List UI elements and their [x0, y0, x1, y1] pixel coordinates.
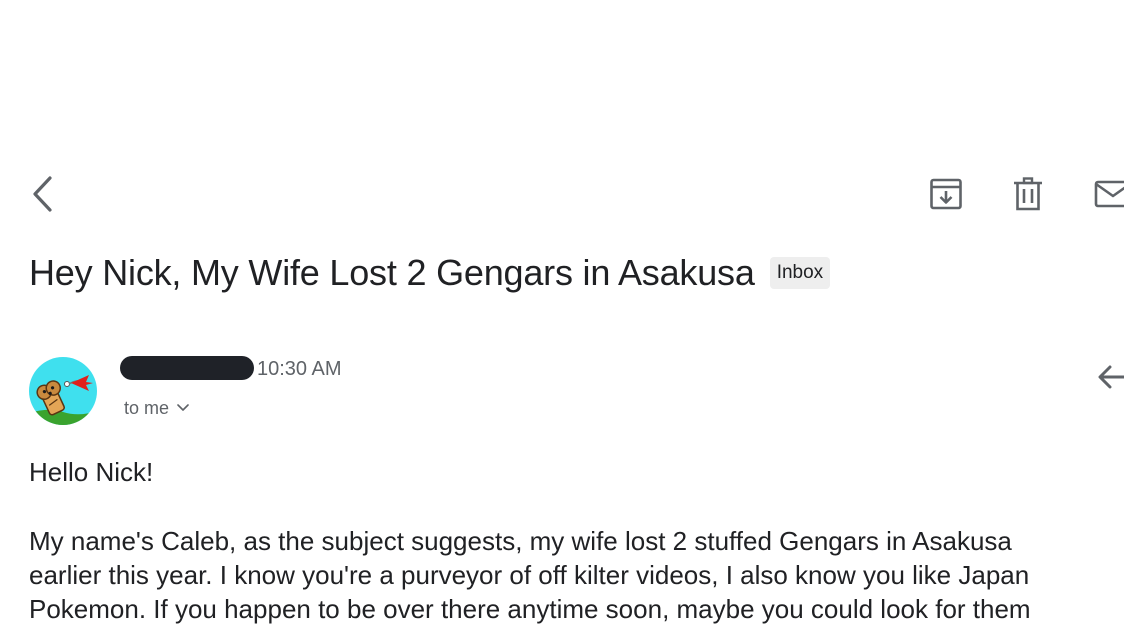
delete-button[interactable] — [1006, 172, 1050, 216]
body-line: earlier this year. I know you're a purve… — [29, 560, 1030, 590]
sender-avatar[interactable] — [29, 357, 97, 425]
back-button[interactable] — [22, 172, 62, 216]
subject-row: Hey Nick, My Wife Lost 2 Gengars in Asak… — [29, 252, 1124, 294]
chevron-left-icon — [33, 176, 52, 212]
email-greeting: Hello Nick! — [29, 457, 154, 487]
inbox-label-chip[interactable]: Inbox — [769, 257, 831, 289]
avatar-image — [29, 357, 97, 425]
archive-button[interactable] — [924, 172, 968, 216]
mark-unread-button[interactable] — [1084, 172, 1124, 216]
recipient-label: to me — [124, 398, 170, 418]
reply-button[interactable] — [1096, 360, 1124, 394]
archive-icon — [930, 178, 962, 210]
recipient-details-toggle[interactable]: to me — [124, 397, 189, 419]
mail-icon — [1094, 180, 1124, 208]
sender-name-redacted — [120, 356, 254, 380]
email-time: 10:30 AM — [257, 358, 342, 380]
body-line: My name's Caleb, as the subject suggests… — [29, 526, 1012, 556]
reply-arrow-icon — [1098, 365, 1124, 389]
trash-icon — [1014, 177, 1042, 211]
body-line: Pokemon. If you happen to be over there … — [29, 594, 1031, 624]
email-subject: Hey Nick, My Wife Lost 2 Gengars in Asak… — [29, 252, 755, 293]
email-body: My name's Caleb, as the subject suggests… — [29, 524, 1124, 626]
chevron-down-icon — [177, 404, 189, 412]
